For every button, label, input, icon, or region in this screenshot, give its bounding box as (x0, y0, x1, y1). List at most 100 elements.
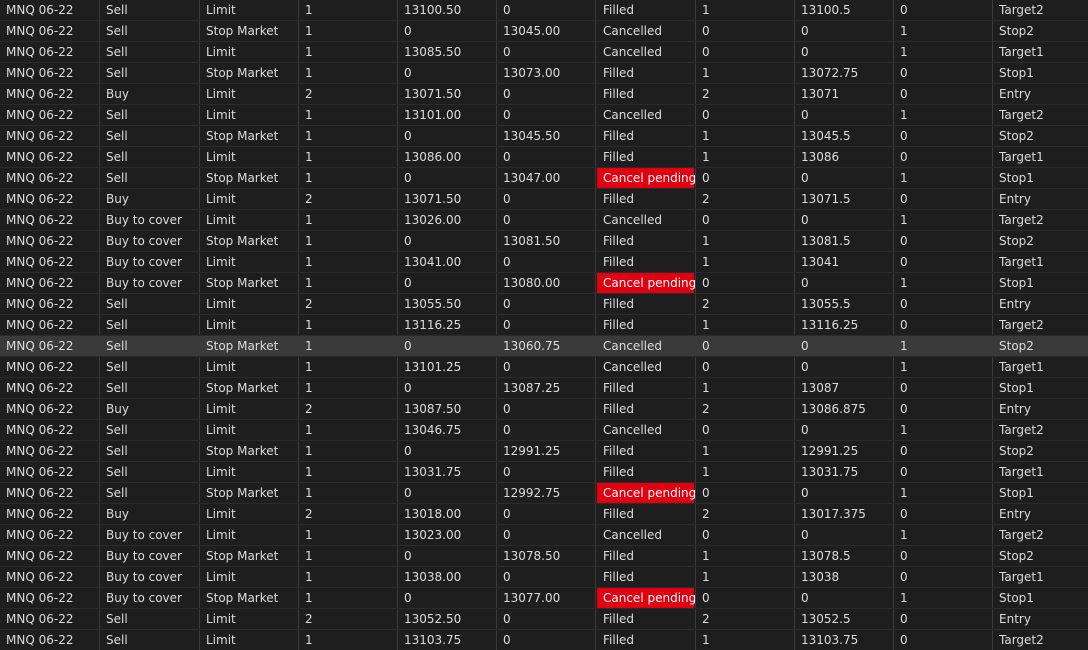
instrument-cell: MNQ 06-22 (0, 294, 100, 314)
order-row[interactable]: MNQ 06-22 Sell Stop Market 1 0 13045.50 Filled… (0, 126, 1088, 147)
instrument-cell: MNQ 06-22 (0, 63, 100, 83)
quantity-cell: 1 (299, 42, 398, 62)
order-row[interactable]: MNQ 06-22 Sell Stop Market 1 0 13087.25 Filled… (0, 378, 1088, 399)
action-cell: Sell (100, 168, 200, 188)
order-row[interactable]: MNQ 06-22 Buy Limit 2 13071.50 0 Filled 2 13071 0… (0, 84, 1088, 105)
filled-cell: 0 (696, 168, 795, 188)
order-row[interactable]: MNQ 06-22 Buy Limit 2 13018.00 0 Filled 2 13017.… (0, 504, 1088, 525)
state-cell: Filled (596, 63, 696, 83)
action-cell: Buy to cover (100, 273, 200, 293)
quantity-cell: 1 (299, 525, 398, 545)
quantity-cell: 2 (299, 609, 398, 629)
avg-price-cell: 0 (795, 105, 894, 125)
order-row[interactable]: MNQ 06-22 Sell Limit 1 13086.00 0 Filled 1 13086… (0, 147, 1088, 168)
order-row[interactable]: MNQ 06-22 Buy to cover Limit 1 13026.00 0 Canc… (0, 210, 1088, 231)
filled-cell: 2 (696, 84, 795, 104)
order-row[interactable]: MNQ 06-22 Buy to cover Stop Market 1 0 13078.… (0, 546, 1088, 567)
remaining-cell: 0 (894, 126, 993, 146)
action-cell: Buy to cover (100, 252, 200, 272)
order-row[interactable]: MNQ 06-22 Buy to cover Stop Market 1 0 13080.… (0, 273, 1088, 294)
order-row[interactable]: MNQ 06-22 Buy to cover Stop Market 1 0 13081.… (0, 231, 1088, 252)
quantity-cell: 2 (299, 294, 398, 314)
instrument-cell: MNQ 06-22 (0, 630, 100, 650)
remaining-cell: 0 (894, 546, 993, 566)
state-label: Filled (603, 381, 635, 395)
order-row[interactable]: MNQ 06-22 Buy to cover Limit 1 13041.00 0 Fill… (0, 252, 1088, 273)
order-row[interactable]: MNQ 06-22 Sell Limit 1 13101.00 0 Cancelled 0 0 1… (0, 105, 1088, 126)
order-row[interactable]: MNQ 06-22 Buy Limit 2 13071.50 0 Filled 2 13071.… (0, 189, 1088, 210)
order-row[interactable]: MNQ 06-22 Sell Limit 1 13101.25 0 Cancelled 0 0 1… (0, 357, 1088, 378)
order-row[interactable]: MNQ 06-22 Sell Stop Market 1 0 12992.75 Cancel… (0, 483, 1088, 504)
limit-price-cell: 0 (398, 378, 497, 398)
order-row[interactable]: MNQ 06-22 Sell Stop Market 1 0 13045.00 Cancel… (0, 21, 1088, 42)
remaining-cell: 0 (894, 315, 993, 335)
order-row[interactable]: MNQ 06-22 Sell Limit 1 13085.50 0 Cancelled 0 0 1… (0, 42, 1088, 63)
order-row[interactable]: MNQ 06-22 Sell Limit 2 13052.50 0 Filled 2 13052… (0, 609, 1088, 630)
avg-price-cell: 0 (795, 168, 894, 188)
state-label: Cancelled (603, 360, 662, 374)
order-row[interactable]: MNQ 06-22 Buy Limit 2 13087.50 0 Filled 2 13086.… (0, 399, 1088, 420)
limit-price-cell: 0 (398, 588, 497, 608)
remaining-cell: 1 (894, 273, 993, 293)
remaining-cell: 0 (894, 567, 993, 587)
limit-price-cell: 0 (398, 126, 497, 146)
order-row[interactable]: MNQ 06-22 Sell Stop Market 1 0 13060.75 Cancel… (0, 336, 1088, 357)
avg-price-cell: 12991.25 (795, 441, 894, 461)
filled-cell: 1 (696, 462, 795, 482)
cancel-pending-badge: Cancel pending (597, 588, 695, 608)
stop-price-cell: 0 (497, 525, 596, 545)
action-cell: Sell (100, 462, 200, 482)
quantity-cell: 1 (299, 441, 398, 461)
remaining-cell: 0 (894, 462, 993, 482)
order-type-cell: Stop Market (200, 126, 299, 146)
order-name-cell: Entry (999, 402, 1031, 416)
order-type-cell: Limit (200, 420, 299, 440)
order-name-cell: Stop2 (999, 339, 1034, 353)
state-label: Filled (603, 549, 635, 563)
order-row[interactable]: MNQ 06-22 Sell Limit 1 13116.25 0 Filled 1 13116… (0, 315, 1088, 336)
state-label: Filled (603, 402, 635, 416)
order-row[interactable]: MNQ 06-22 Buy to cover Limit 1 13023.00 0 Canc… (0, 525, 1088, 546)
filled-cell: 2 (696, 189, 795, 209)
action-cell: Sell (100, 42, 200, 62)
quantity-cell: 1 (299, 21, 398, 41)
limit-price-cell: 13041.00 (398, 252, 497, 272)
avg-price-cell: 13071.5 (795, 189, 894, 209)
orders-grid: MNQ 06-22 Sell Limit 1 13100.50 0 Filled 1 13100… (0, 0, 1088, 650)
order-row[interactable]: MNQ 06-22 Sell Stop Market 1 0 13047.00 Cancel… (0, 168, 1088, 189)
instrument-cell: MNQ 06-22 (0, 546, 100, 566)
filled-cell: 2 (696, 504, 795, 524)
stop-price-cell: 0 (497, 315, 596, 335)
quantity-cell: 1 (299, 630, 398, 650)
action-cell: Sell (100, 357, 200, 377)
remaining-cell: 1 (894, 168, 993, 188)
order-type-cell: Limit (200, 147, 299, 167)
filled-cell: 0 (696, 105, 795, 125)
limit-price-cell: 0 (398, 63, 497, 83)
stop-price-cell: 13087.25 (497, 378, 596, 398)
avg-price-cell: 13017.375 (795, 504, 894, 524)
state-cell: Filled (596, 84, 696, 104)
remaining-cell: 0 (894, 630, 993, 650)
action-cell: Buy to cover (100, 546, 200, 566)
order-row[interactable]: MNQ 06-22 Sell Stop Market 1 0 12991.25 Filled… (0, 441, 1088, 462)
order-row[interactable]: MNQ 06-22 Sell Limit 1 13103.75 0 Filled 1 13103… (0, 630, 1088, 650)
order-row[interactable]: MNQ 06-22 Sell Limit 1 13100.50 0 Filled 1 13100… (0, 0, 1088, 21)
order-row[interactable]: MNQ 06-22 Sell Stop Market 1 0 13073.00 Filled… (0, 63, 1088, 84)
instrument-cell: MNQ 06-22 (0, 420, 100, 440)
limit-price-cell: 0 (398, 546, 497, 566)
filled-cell: 1 (696, 630, 795, 650)
order-row[interactable]: MNQ 06-22 Sell Limit 1 13031.75 0 Filled 1 13031… (0, 462, 1088, 483)
quantity-cell: 1 (299, 168, 398, 188)
stop-price-cell: 0 (497, 0, 596, 20)
order-row[interactable]: MNQ 06-22 Buy to cover Stop Market 1 0 13077.… (0, 588, 1088, 609)
avg-price-cell: 13086 (795, 147, 894, 167)
order-row[interactable]: MNQ 06-22 Sell Limit 1 13046.75 0 Cancelled 0 0 1… (0, 420, 1088, 441)
order-row[interactable]: MNQ 06-22 Buy to cover Limit 1 13038.00 0 Fill… (0, 567, 1088, 588)
state-label: Cancelled (603, 108, 662, 122)
state-label: Filled (603, 297, 635, 311)
order-type-cell: Limit (200, 105, 299, 125)
avg-price-cell: 0 (795, 273, 894, 293)
order-row[interactable]: MNQ 06-22 Sell Limit 2 13055.50 0 Filled 2 13055… (0, 294, 1088, 315)
instrument-cell: MNQ 06-22 (0, 252, 100, 272)
